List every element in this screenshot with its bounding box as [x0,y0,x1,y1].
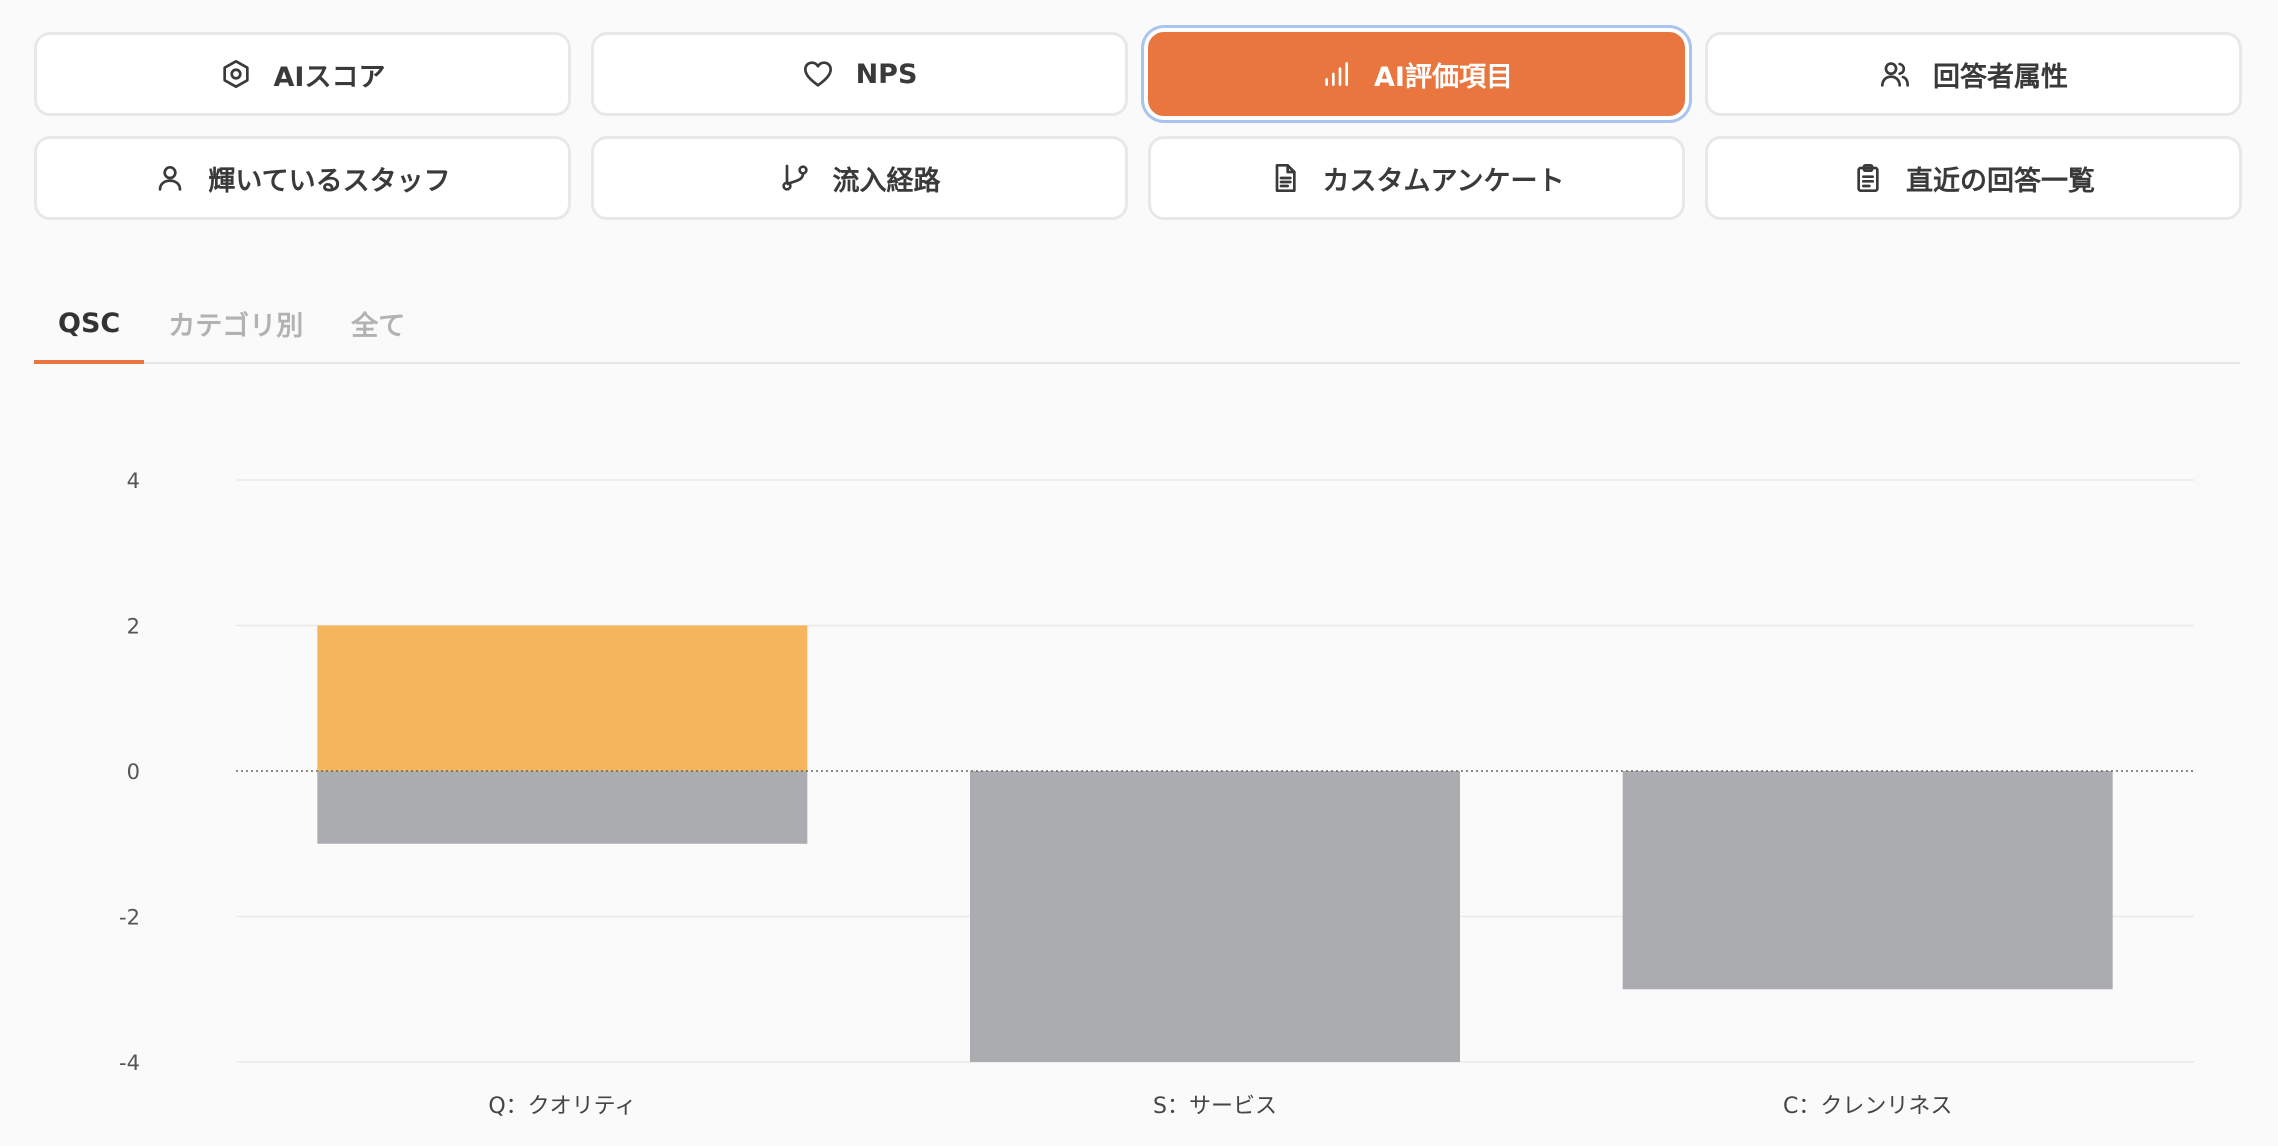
tab-all[interactable]: 全て [327,282,429,364]
nav-button-label: NPS [855,58,918,90]
bar [970,771,1460,1062]
dashboard-page: AIスコア NPS AI評価項目 回答者属性 輝いているスタッフ 流入経路 カス… [0,0,2278,1146]
y-tick-label: 4 [127,469,140,493]
y-tick-label: -2 [119,906,140,930]
chart-svg: 4 2 0 -2 -4 Q：クオリティ S：サービス C：クレンリネス [119,469,2194,1119]
bar [317,625,808,771]
section-nav-grid: AIスコア NPS AI評価項目 回答者属性 輝いているスタッフ 流入経路 カス… [34,32,2242,220]
hexagon-icon [220,58,252,90]
nav-button-respondent-attributes[interactable]: 回答者属性 [1705,32,2242,116]
nav-button-label: 流入経路 [832,165,941,197]
y-tick-label: -4 [119,1051,140,1075]
nav-button-inflow-route[interactable]: 流入経路 [591,136,1128,220]
nav-button-label: AIスコア [273,61,386,93]
nav-button-label: AI評価項目 [1374,61,1513,93]
git-branch-icon [779,162,811,194]
sub-tab-bar: QSC カテゴリ別 全て [34,278,2240,364]
y-tick-label: 2 [127,615,140,639]
y-tick-label: 0 [127,760,140,784]
nav-button-recent-responses[interactable]: 直近の回答一覧 [1705,136,2242,220]
nav-button-shining-staff[interactable]: 輝いているスタッフ [34,136,571,220]
nav-button-nps[interactable]: NPS [591,32,1128,116]
x-tick-label: Q：クオリティ [488,1094,636,1119]
document-icon [1269,162,1301,194]
nav-button-label: 輝いているスタッフ [208,165,451,197]
nav-button-label: カスタムアンケート [1322,165,1565,197]
nav-button-ai-evaluation[interactable]: AI評価項目 [1148,32,1685,116]
x-tick-label: S：サービス [1153,1094,1277,1119]
user-icon [154,162,186,194]
nav-button-label: 直近の回答一覧 [1906,165,2095,197]
bar-chart-icon [1320,58,1352,90]
clipboard-icon [1852,162,1884,194]
nav-button-ai-score[interactable]: AIスコア [34,32,571,116]
nav-button-label: 回答者属性 [1933,61,2068,93]
heart-icon [802,58,834,90]
bar [317,771,808,844]
bar [1622,771,2113,990]
tab-qsc[interactable]: QSC [34,282,145,364]
qsc-bar-chart: 4 2 0 -2 -4 Q：クオリティ S：サービス C：クレンリネス [0,400,2278,1146]
users-icon [1879,58,1911,90]
x-tick-label: C：クレンリネス [1783,1094,1952,1119]
nav-button-custom-survey[interactable]: カスタムアンケート [1148,136,1685,220]
tab-by-category[interactable]: カテゴリ別 [144,282,327,364]
